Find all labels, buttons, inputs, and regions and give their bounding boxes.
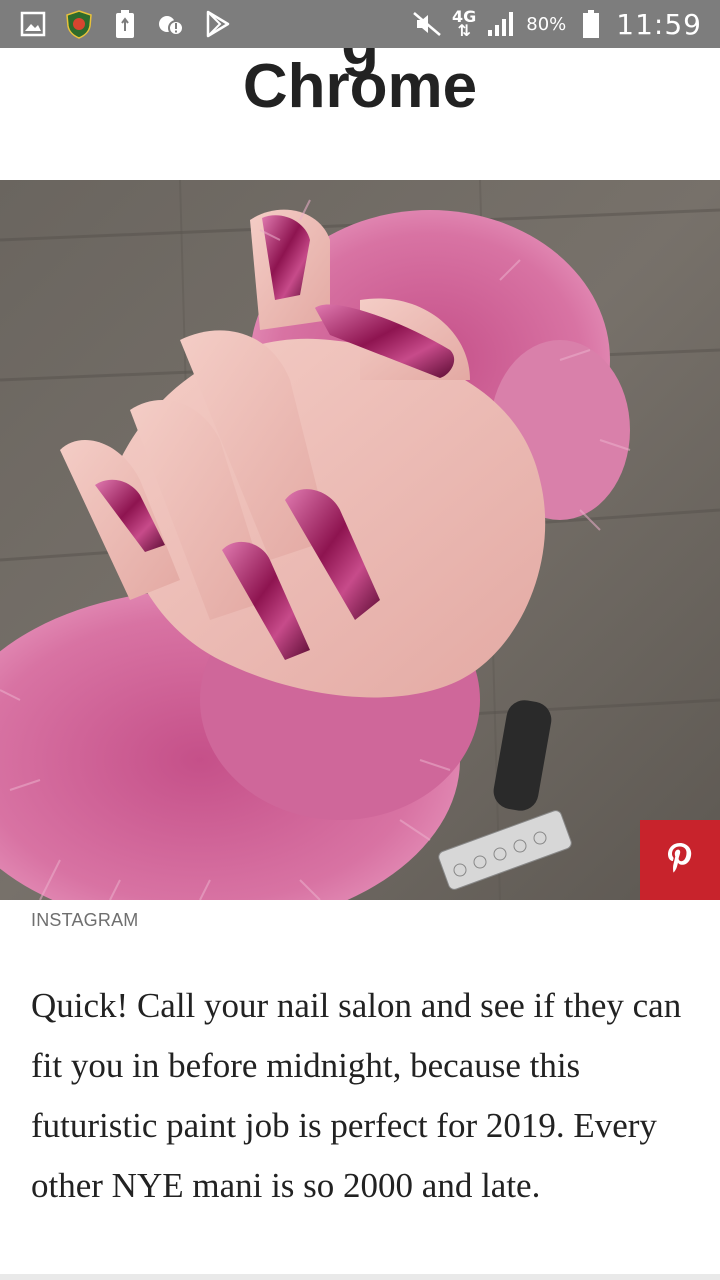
play-store-icon <box>202 9 232 39</box>
image-credit: INSTAGRAM <box>31 910 139 930</box>
nail-photo-illustration <box>0 180 720 900</box>
bottom-edge <box>0 1274 720 1280</box>
article-paragraph: Quick! Call your nail salon and see if t… <box>31 986 682 1205</box>
mute-icon <box>412 9 442 39</box>
cloud-alert-icon <box>156 9 186 39</box>
shield-app-icon <box>64 9 94 39</box>
page-title: Chrome <box>242 52 478 121</box>
status-left-icons <box>0 9 232 39</box>
signal-icon <box>486 9 516 39</box>
status-bar: 4G ⇅ 80% 11:59 <box>0 0 720 48</box>
battery-percent: 80% <box>526 13 567 35</box>
battery-recycle-icon <box>110 9 140 39</box>
battery-icon <box>576 9 606 39</box>
pinterest-icon <box>665 841 695 880</box>
network-type: 4G ⇅ <box>452 7 477 40</box>
clock: 11:59 <box>616 7 702 41</box>
headline-area: g Chrome <box>0 48 720 180</box>
gallery-icon <box>18 9 48 39</box>
pinterest-save-button[interactable] <box>640 820 720 900</box>
article-image[interactable] <box>0 180 720 900</box>
status-right-icons: 4G ⇅ 80% 11:59 <box>412 8 720 41</box>
